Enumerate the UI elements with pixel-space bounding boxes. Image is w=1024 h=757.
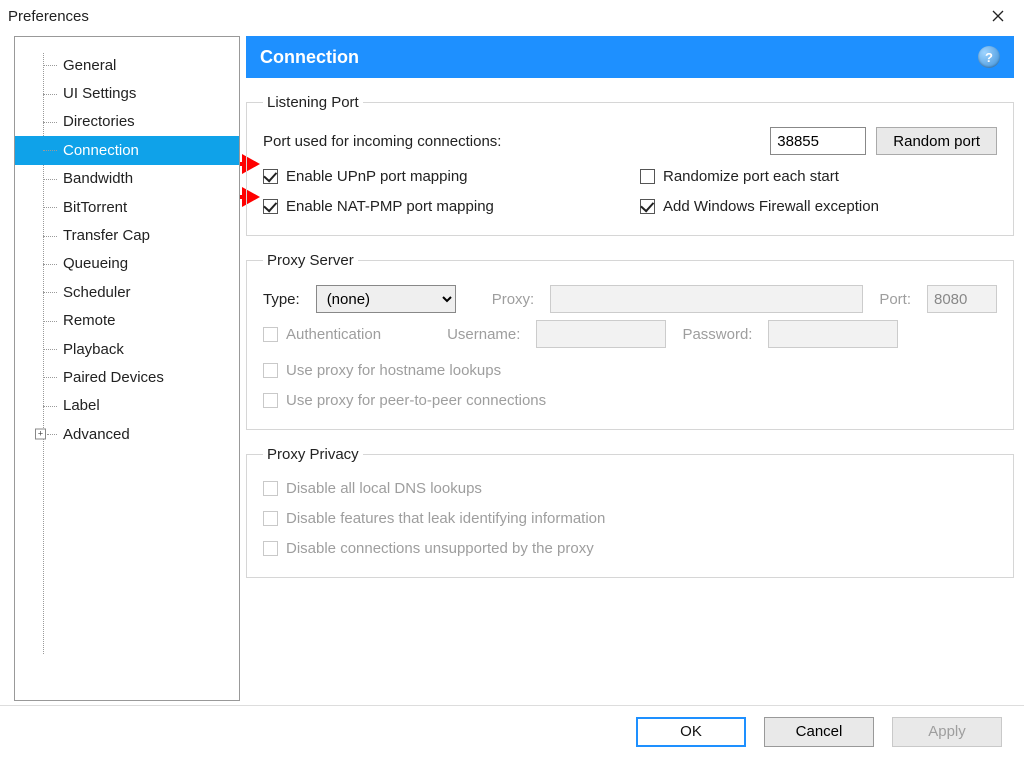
sidebar-item-paired-devices[interactable]: Paired Devices [15,363,239,391]
group-title: Proxy Privacy [263,446,363,463]
group-title: Listening Port [263,94,363,111]
firewall-checkbox[interactable] [640,199,655,214]
proxy-hostname-label: Use proxy for hostname lookups [286,362,501,379]
sidebar-item-label: Advanced [63,426,130,443]
random-port-button[interactable]: Random port [876,127,997,155]
natpmp-checkbox[interactable] [263,199,278,214]
incoming-port-input[interactable] [770,127,866,155]
proxy-type-label: Type: [263,291,300,308]
dialog-button-bar: OK Cancel Apply [0,705,1024,757]
privacy-leak-label: Disable features that leak identifying i… [286,510,605,527]
close-icon [992,10,1004,22]
proxy-p2p-checkbox [263,393,278,408]
sidebar-item-scheduler[interactable]: Scheduler [15,278,239,306]
privacy-unsupported-checkbox [263,541,278,556]
port-label: Port used for incoming connections: [263,133,501,150]
randomize-port-checkbox[interactable] [640,169,655,184]
privacy-leak-checkbox [263,511,278,526]
sidebar-item-playback[interactable]: Playback [15,335,239,363]
sidebar-item-directories[interactable]: Directories [15,108,239,136]
sidebar-item-label: Remote [63,312,116,329]
section-title: Connection [260,47,359,68]
upnp-label: Enable UPnP port mapping [286,168,468,185]
natpmp-label: Enable NAT-PMP port mapping [286,198,494,215]
sidebar-item-label: Transfer Cap [63,227,150,244]
sidebar-item-transfer-cap[interactable]: Transfer Cap [15,221,239,249]
proxy-hostname-checkbox [263,363,278,378]
sidebar-item-label: Playback [63,341,124,358]
password-label: Password: [682,326,752,343]
sidebar-item-label: Connection [63,142,139,159]
proxy-server-group: Proxy Server Type: (none) Proxy: Port: A… [246,252,1014,430]
sidebar-item-bandwidth[interactable]: Bandwidth [15,165,239,193]
main-area: General UI Settings Directories Connecti… [0,32,1024,705]
auth-label: Authentication [286,326,381,343]
sidebar-item-remote[interactable]: Remote [15,307,239,335]
tree-expand-icon[interactable]: + [35,429,46,440]
sidebar-item-bittorrent[interactable]: BitTorrent [15,193,239,221]
sidebar-item-advanced[interactable]: + Advanced [15,420,239,448]
sidebar-item-label: General [63,57,116,74]
sidebar-item-label: Label [63,397,100,414]
proxy-port-input [927,285,997,313]
sidebar-item-queueing[interactable]: Queueing [15,250,239,278]
proxy-privacy-group: Proxy Privacy Disable all local DNS look… [246,446,1014,578]
listening-port-group: Listening Port Port used for incoming co… [246,94,1014,236]
sidebar-item-general[interactable]: General [15,51,239,79]
sidebar-item-ui-settings[interactable]: UI Settings [15,79,239,107]
ok-button[interactable]: OK [636,717,746,747]
sidebar-item-label: Paired Devices [63,369,164,386]
randomize-port-label: Randomize port each start [663,168,839,185]
section-header: Connection ? [246,36,1014,78]
content-panel: Connection ? Listening Port Port used fo… [246,36,1022,705]
auth-checkbox [263,327,278,342]
sidebar-item-connection[interactable]: Connection [15,136,239,164]
sidebar-item-label: BitTorrent [63,199,127,216]
cancel-button[interactable]: Cancel [764,717,874,747]
close-button[interactable] [976,2,1020,30]
proxy-p2p-label: Use proxy for peer-to-peer connections [286,392,546,409]
titlebar: Preferences [0,0,1024,32]
proxy-type-select[interactable]: (none) [316,285,456,313]
sidebar-item-label: Scheduler [63,284,131,301]
sidebar-item-label: Directories [63,113,135,130]
privacy-dns-checkbox [263,481,278,496]
firewall-label: Add Windows Firewall exception [663,198,879,215]
upnp-checkbox[interactable] [263,169,278,184]
help-icon[interactable]: ? [978,46,1000,68]
sidebar-item-label: Bandwidth [63,170,133,187]
proxy-port-label: Port: [879,291,911,308]
window-title: Preferences [8,8,976,25]
privacy-dns-label: Disable all local DNS lookups [286,480,482,497]
username-input [536,320,666,348]
username-label: Username: [447,326,520,343]
apply-button: Apply [892,717,1002,747]
proxy-host-input [550,285,863,313]
sidebar-item-label: UI Settings [63,85,136,102]
privacy-unsupported-label: Disable connections unsupported by the p… [286,540,594,557]
sidebar-tree: General UI Settings Directories Connecti… [14,36,240,701]
sidebar-item-label: Queueing [63,255,128,272]
sidebar-item-label-category[interactable]: Label [15,392,239,420]
group-title: Proxy Server [263,252,358,269]
proxy-host-label: Proxy: [492,291,535,308]
password-input [768,320,898,348]
